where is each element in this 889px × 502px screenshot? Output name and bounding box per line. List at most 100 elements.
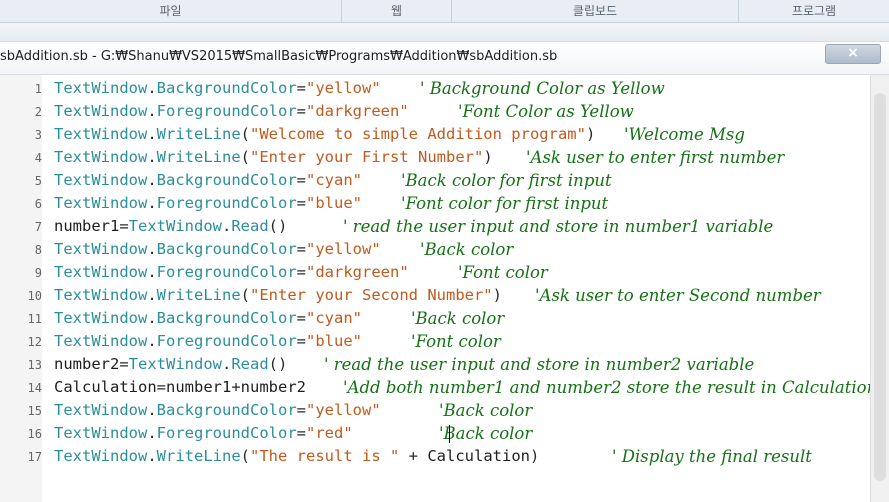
document-title: sbAddition.sb - G:₩Shanu₩VS2015₩SmallBas… [0, 49, 558, 64]
scrollbar-thumb[interactable] [874, 93, 886, 481]
line-number: 15 [27, 404, 42, 418]
document-titlebar[interactable]: sbAddition.sb - G:₩Shanu₩VS2015₩SmallBas… [0, 42, 889, 75]
ribbon-tab-strip: 파일 웹 클립보드 프로그램 [0, 0, 889, 23]
code-line: 4 TextWindow.WriteLine("Enter your First… [0, 146, 870, 169]
code-token: () [268, 217, 288, 235]
code-line: 3 TextWindow.WriteLine("Welcome to simpl… [0, 123, 870, 146]
code-comment: ' Display the final result [612, 447, 812, 466]
ribbon-body [0, 23, 889, 42]
code-token: () [268, 355, 288, 373]
code-token: = [296, 194, 306, 212]
line-number: 2 [34, 105, 42, 119]
code-line: 1 TextWindow.BackgroundColor="yellow" ' … [0, 77, 870, 100]
code-line: 5 TextWindow.BackgroundColor="cyan" 'Bac… [0, 169, 870, 192]
code-comment: 'Ask user to enter Second number [535, 286, 821, 305]
line-number: 3 [34, 128, 42, 142]
code-statement: TextWindow.ForegroundColor="darkgreen" [54, 100, 409, 123]
code-comment: 'Back color [439, 401, 533, 420]
code-token: + [399, 447, 428, 465]
code-token: "The result is " [250, 447, 400, 465]
code-token: . [147, 309, 157, 327]
tab-program[interactable]: 프로그램 [739, 0, 889, 22]
code-token: = [296, 309, 306, 327]
code-statement: TextWindow.WriteLine("Enter your Second … [54, 284, 502, 307]
code-token: TextWindow [54, 447, 148, 465]
code-comment: 'Font color [458, 263, 548, 282]
code-token: = [119, 355, 129, 373]
code-line: 6 TextWindow.ForegroundColor="blue" 'Fon… [0, 192, 870, 215]
code-statement: Calculation=number1+number2 [54, 376, 306, 399]
code-statement: TextWindow.ForegroundColor="red" [54, 422, 353, 445]
code-token: ForegroundColor [156, 263, 297, 281]
vertical-scrollbar[interactable] [870, 75, 889, 502]
code-token: number2 [54, 355, 120, 373]
code-token: = [156, 378, 166, 396]
code-comment: 'Welcome Msg [624, 125, 745, 144]
close-button[interactable]: × [825, 44, 881, 64]
code-token: BackgroundColor [156, 240, 297, 258]
code-token: Read [231, 217, 269, 235]
line-number: 16 [27, 427, 42, 441]
code-token: . [222, 217, 232, 235]
code-token: "darkgreen" [306, 102, 409, 120]
tab-file[interactable]: 파일 [0, 0, 342, 22]
code-comment: ' read the user input and store in numbe… [324, 355, 755, 374]
code-token: TextWindow [54, 125, 148, 143]
code-token: = [119, 217, 129, 235]
code-comment: 'Font color for first input [401, 194, 609, 213]
code-token: "cyan" [306, 309, 362, 327]
line-number: 14 [27, 381, 42, 395]
code-editor[interactable]: 1 TextWindow.BackgroundColor="yellow" ' … [0, 77, 878, 468]
line-number: 4 [34, 151, 42, 165]
code-token: number2 [240, 378, 306, 396]
code-statement: TextWindow.ForegroundColor="blue" [54, 192, 362, 215]
code-token: BackgroundColor [156, 401, 297, 419]
code-comment: 'Ask user to enter first number [526, 148, 785, 167]
code-token: ForegroundColor [156, 194, 297, 212]
code-line: 10 TextWindow.WriteLine("Enter your Seco… [0, 284, 870, 307]
code-statement: TextWindow.BackgroundColor="yellow" [54, 238, 381, 261]
code-statement: TextWindow.BackgroundColor="yellow" [54, 399, 381, 422]
code-comment: 'Back color [420, 240, 514, 259]
code-token: TextWindow [128, 355, 222, 373]
line-number: 6 [34, 197, 42, 211]
code-token: = [296, 263, 306, 281]
document-window: sbAddition.sb - G:₩Shanu₩VS2015₩SmallBas… [0, 42, 889, 502]
code-token: . [147, 263, 157, 281]
code-line: 15 TextWindow.BackgroundColor="yellow" '… [0, 399, 870, 422]
line-number: 13 [27, 358, 42, 372]
code-token: ForegroundColor [156, 332, 297, 350]
code-token: . [147, 79, 157, 97]
code-token: = [296, 102, 306, 120]
code-token: BackgroundColor [156, 79, 297, 97]
code-statement: TextWindow.WriteLine("The result is " + … [54, 445, 539, 468]
code-statement: number1=TextWindow.Read() [54, 215, 287, 238]
code-token: ) [483, 148, 493, 166]
code-token: TextWindow [54, 332, 148, 350]
line-number: 1 [34, 82, 42, 96]
code-token: . [147, 401, 157, 419]
code-token: WriteLine [156, 148, 241, 166]
code-statement: number2=TextWindow.Read() [54, 353, 287, 376]
tab-web[interactable]: 웹 [342, 0, 452, 22]
code-token: Read [231, 355, 269, 373]
code-token: "yellow" [306, 401, 381, 419]
code-line: 8 TextWindow.BackgroundColor="yellow" 'B… [0, 238, 870, 261]
code-token: . [147, 194, 157, 212]
code-token: = [296, 424, 306, 442]
code-token: TextWindow [54, 424, 148, 442]
code-line: 14 Calculation=number1+number2 'Add both… [0, 376, 878, 399]
code-token: = [296, 171, 306, 189]
code-token: WriteLine [156, 286, 241, 304]
code-line: 12 TextWindow.ForegroundColor="blue" 'Fo… [0, 330, 870, 353]
code-token: . [147, 424, 157, 442]
line-number: 5 [34, 174, 42, 188]
code-token: + [231, 378, 241, 396]
code-token: . [222, 355, 232, 373]
tab-clipboard[interactable]: 클립보드 [452, 0, 739, 22]
code-token: . [147, 447, 157, 465]
line-number: 17 [27, 450, 42, 464]
code-token: . [147, 171, 157, 189]
code-statement: TextWindow.BackgroundColor="cyan" [54, 169, 362, 192]
code-token: "yellow" [306, 79, 381, 97]
